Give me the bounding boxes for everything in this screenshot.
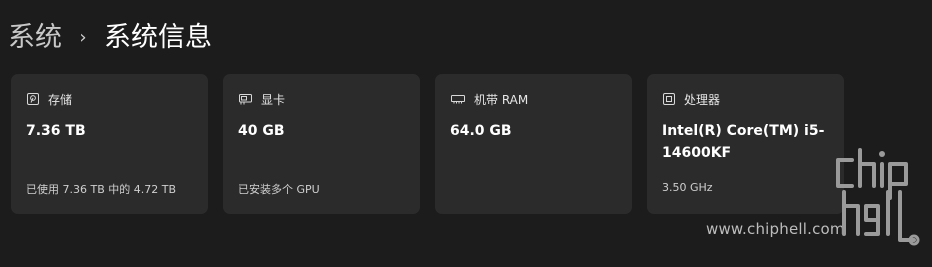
- processor-label: 处理器: [684, 92, 721, 107]
- breadcrumb-parent-system[interactable]: 系统: [8, 18, 62, 58]
- processor-value: Intel(R) Core(TM) i5-14600KF: [662, 123, 825, 161]
- ram-label: 机带 RAM: [474, 92, 529, 107]
- processor-icon: [662, 92, 676, 106]
- ram-card[interactable]: 机带 RAM 64.0 GB: [435, 74, 632, 214]
- ram-icon: [450, 92, 466, 106]
- graphics-label: 显卡: [261, 92, 286, 107]
- graphics-value: 40 GB: [238, 123, 285, 139]
- storage-card[interactable]: 存储 7.36 TB 已使用 7.36 TB 中的 4.72 TB: [11, 74, 208, 214]
- page-title: 系统信息: [104, 22, 212, 53]
- processor-speed-text: 3.50 GHz: [662, 181, 713, 194]
- storage-usage-text: 已使用 7.36 TB 中的 4.72 TB: [26, 183, 176, 196]
- breadcrumb: 系统 › 系统信息: [8, 18, 212, 58]
- processor-card[interactable]: 处理器 Intel(R) Core(TM) i5-14600KF 3.50 GH…: [647, 74, 844, 214]
- chiphell-logo: [830, 148, 922, 256]
- graphics-card-icon: [238, 92, 253, 106]
- storage-icon: [26, 92, 40, 106]
- watermark-url: www.chiphell.com: [706, 220, 845, 238]
- breadcrumb-chevron-icon: ›: [79, 27, 87, 48]
- storage-label: 存储: [48, 92, 73, 107]
- ram-value: 64.0 GB: [450, 123, 512, 139]
- storage-value: 7.36 TB: [26, 123, 86, 139]
- graphics-card[interactable]: 显卡 40 GB 已安装多个 GPU: [223, 74, 420, 214]
- graphics-sub-text: 已安装多个 GPU: [238, 183, 320, 196]
